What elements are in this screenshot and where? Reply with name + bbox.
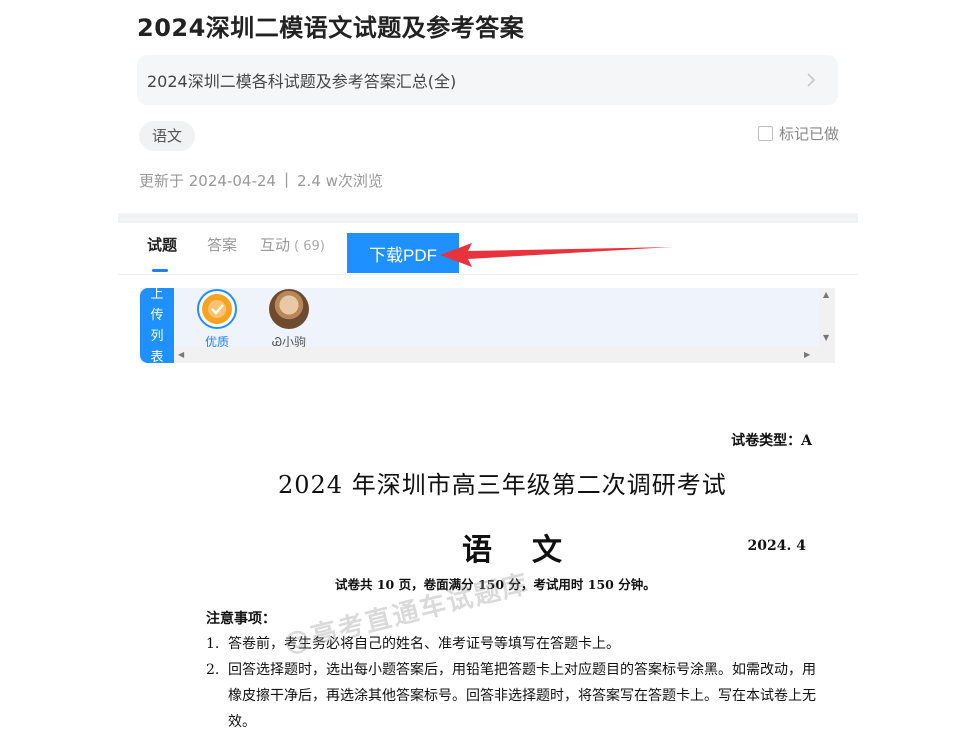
paper-type: 试卷类型：A: [731, 433, 812, 449]
notice-heading: 注意事项：: [206, 611, 276, 627]
notice-item-number: 1.: [206, 636, 220, 652]
upload-list-button[interactable]: 上传列表: [140, 287, 174, 365]
user-avatar: [269, 289, 309, 329]
mark-done-checkbox[interactable]: [758, 126, 773, 141]
red-arrow-annotation: [440, 243, 672, 267]
scroll-up-icon[interactable]: ▲: [823, 290, 829, 299]
notice-item-text: 答卷前，考生务必将自己的姓名、准考证号等填写在答题卡上。: [228, 636, 620, 652]
scroll-right-icon[interactable]: ▶: [804, 350, 810, 359]
quality-badge-icon: [197, 289, 237, 329]
mark-done-label: 标记已做: [779, 125, 840, 143]
notice-item-number: 2.: [206, 662, 220, 678]
tab-questions[interactable]: 试题: [147, 234, 177, 255]
vertical-scrollbar[interactable]: ▲ ▼: [819, 288, 835, 347]
tab-interaction-label: 互动: [260, 236, 291, 254]
uploader-strip: 上传列表 优质 Ꮚ小驹 ▲ ▼ ◀ ▶: [140, 287, 835, 365]
paper-date: 2024. 4: [747, 538, 806, 554]
notice-item: 2. 回答选择题时，选出每小题答案后，用铅笔把答题卡上对应题目的答案标号涂黑。如需…: [206, 657, 821, 732]
horizontal-scrollbar[interactable]: ◀ ▶: [174, 347, 835, 363]
tab-interaction[interactable]: 互动( 69): [260, 234, 325, 255]
page-title: 2024深圳二模语文试题及参考答案: [137, 14, 525, 42]
uploader-quality[interactable]: 优质: [187, 289, 247, 350]
scroll-down-icon[interactable]: ▼: [823, 333, 829, 342]
section-divider: [118, 213, 858, 223]
updated-date: 更新于 2024-04-24: [139, 172, 276, 190]
active-tab-indicator: [152, 269, 168, 272]
scroll-left-icon[interactable]: ◀: [178, 350, 184, 359]
paper-info: 试卷共 10 页，卷面满分 150 分，考试用时 150 分钟。: [335, 577, 656, 592]
page-meta: 更新于 2024-04-24 | 2.4 w次浏览: [139, 170, 383, 191]
tab-answers[interactable]: 答案: [207, 234, 237, 255]
uploader-user[interactable]: Ꮚ小驹: [259, 289, 319, 350]
exam-paper-preview: 试卷类型：A 2024 年深圳市高三年级第二次调研考试 语文 2024. 4 试…: [150, 385, 850, 732]
view-count: 2.4 w次浏览: [297, 172, 383, 190]
notice-item-text: 回答选择题时，选出每小题答案后，用铅笔把答题卡上对应题目的答案标号涂黑。如需改动…: [228, 662, 816, 730]
notice-item: 1. 答卷前，考生务必将自己的姓名、准考证号等填写在答题卡上。: [206, 631, 821, 657]
interaction-count: ( 69): [294, 239, 325, 254]
paper-subject: 语文: [462, 533, 602, 568]
subject-tag[interactable]: 语文: [139, 121, 196, 151]
tab-questions-label: 试题: [147, 236, 178, 254]
collection-link[interactable]: 2024深圳二模各科试题及参考答案汇总(全): [137, 55, 838, 105]
chevron-right-icon: [807, 73, 816, 87]
mark-done-toggle[interactable]: 标记已做: [758, 123, 839, 144]
tab-answers-label: 答案: [207, 236, 238, 254]
meta-separator: |: [283, 170, 290, 188]
paper-title: 2024 年深圳市高三年级第二次调研考试: [278, 471, 727, 499]
collection-link-label: 2024深圳二模各科试题及参考答案汇总(全): [147, 72, 457, 91]
